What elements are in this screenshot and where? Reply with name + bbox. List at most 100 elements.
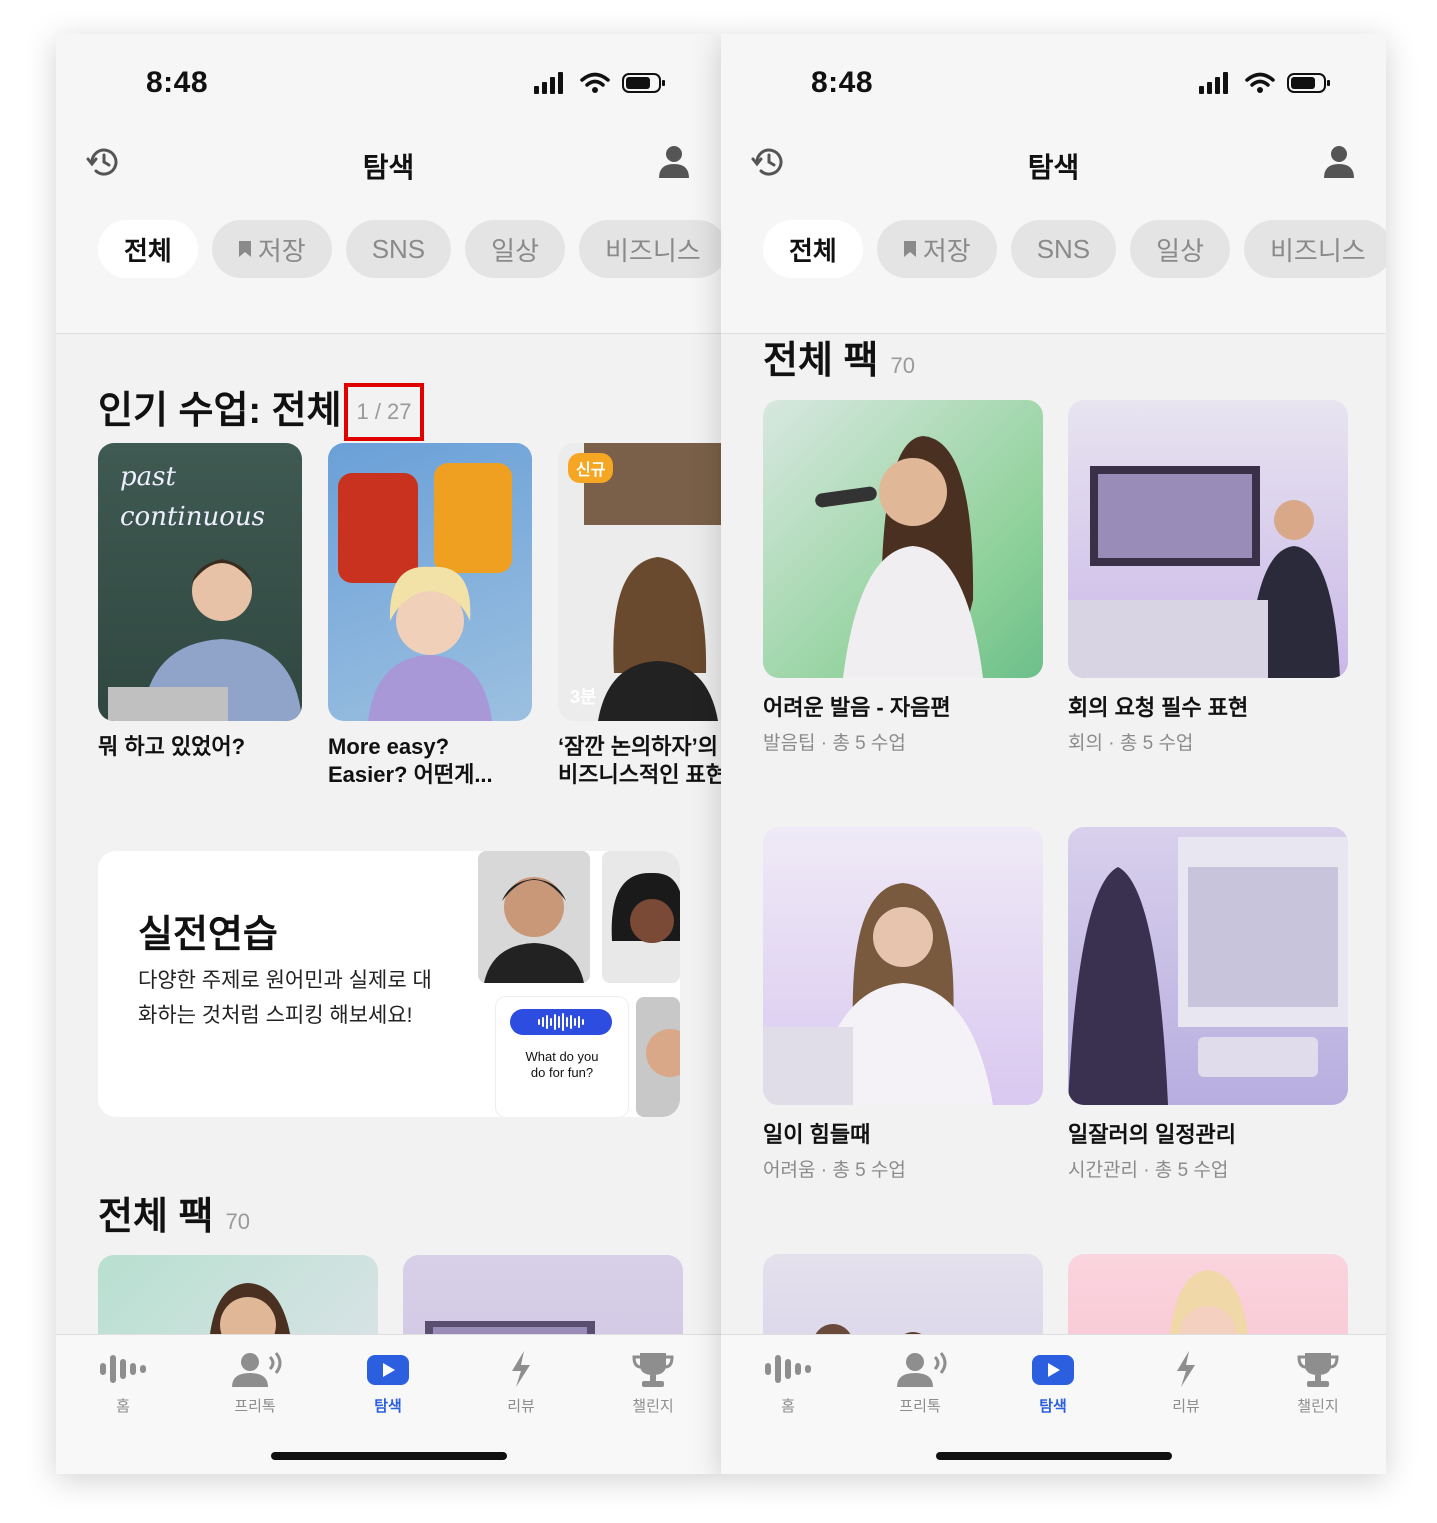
native-speaker-photo <box>636 997 680 1117</box>
profile-icon[interactable] <box>1322 144 1356 180</box>
explore-content: 전체 팩 70 어려운 발음 - 자음편 발음팁 · 총 5 수업 회의 요청 필… <box>721 335 1386 1334</box>
lesson-card[interactable]: More easy? Easier? 어떤게... <box>328 443 532 789</box>
chip-label: 비즈니스 <box>1270 235 1366 266</box>
trophy-icon <box>1273 1349 1363 1389</box>
lightning-icon <box>1141 1349 1231 1389</box>
tab-freetalk[interactable]: 프리톡 <box>210 1349 300 1416</box>
packs-section-title: 전체 팩 70 <box>763 335 915 384</box>
packs-count: 70 <box>890 353 915 378</box>
pack-card[interactable]: 일잘러의 일정관리 시간관리 · 총 5 수업 <box>1068 827 1348 1182</box>
speaking-person-icon <box>210 1349 300 1389</box>
pack-card[interactable] <box>1068 1254 1348 1334</box>
pack-thumbnail <box>763 1254 1043 1334</box>
chip-sns[interactable]: SNS <box>1010 220 1117 278</box>
packs-title-text: 전체 팩 <box>98 1196 214 1238</box>
new-badge: 신규 <box>568 453 614 483</box>
carousel-counter: 1 / 27 <box>344 383 424 441</box>
practice-description: 다양한 주제로 원어민과 실제로 대화하는 것처럼 스피킹 해보세요! <box>138 969 432 1027</box>
practice-title: 실전연습 <box>138 914 278 956</box>
pack-thumbnail <box>1068 827 1348 1105</box>
tab-review[interactable]: 리뷰 <box>1141 1349 1231 1416</box>
lesson-title: More easy? Easier? 어떤게... <box>328 734 493 787</box>
pack-thumbnail <box>1068 400 1348 678</box>
tab-home[interactable]: 홈 <box>743 1349 833 1416</box>
pack-meta: 회의 · 총 5 수업 <box>1068 733 1194 754</box>
chip-daily[interactable]: 일상 <box>465 220 565 278</box>
tab-label: 홈 <box>781 1398 795 1415</box>
chip-saved[interactable]: 저장 <box>876 220 997 278</box>
chip-all[interactable]: 전체 <box>763 220 863 278</box>
chip-business[interactable]: 비즈니스 <box>1244 220 1386 278</box>
bottom-tab-bar: 홈 프리톡 탐색 리뷰 챌린지 <box>56 1334 721 1474</box>
popular-title-text: 인기 수업: 전체 <box>98 390 342 432</box>
category-chips: 전체 저장 SNS 일상 비즈니스 <box>763 220 1386 278</box>
chip-label: SNS <box>371 233 426 264</box>
tab-explore[interactable]: 탐색 <box>1008 1349 1098 1416</box>
trophy-icon <box>608 1349 698 1389</box>
packs-title-text: 전체 팩 <box>763 340 879 382</box>
lesson-title: ‘잠깐 논의하자’의 비즈니스적인 표현 <box>558 734 721 787</box>
pack-title: 회의 요청 필수 표현 <box>1068 695 1249 720</box>
home-indicator <box>936 1452 1172 1460</box>
packs-count: 70 <box>225 1209 250 1234</box>
chip-daily[interactable]: 일상 <box>1130 220 1230 278</box>
chip-label: 저장 <box>257 235 306 266</box>
pack-card[interactable]: 회의 요청 필수 표현 회의 · 총 5 수업 <box>1068 400 1348 755</box>
pack-card[interactable] <box>403 1255 683 1334</box>
lesson-thumbnail: past continuous <box>98 443 302 721</box>
chip-all[interactable]: 전체 <box>98 220 198 278</box>
tab-challenge[interactable]: 챌린지 <box>608 1349 698 1416</box>
bookmark-icon <box>903 240 917 258</box>
pack-thumbnail <box>763 400 1043 678</box>
pack-thumbnail <box>1068 1254 1348 1334</box>
battery-icon <box>622 72 666 94</box>
signal-icon <box>534 72 568 94</box>
tab-explore[interactable]: 탐색 <box>343 1349 433 1416</box>
practice-banner[interactable]: 실전연습 다양한 주제로 원어민과 실제로 대화하는 것처럼 스피킹 해보세요!… <box>98 851 680 1117</box>
battery-icon <box>1287 72 1331 94</box>
chip-sns[interactable]: SNS <box>345 220 452 278</box>
pack-card[interactable] <box>98 1255 378 1334</box>
duration-label: 3분 <box>570 687 597 707</box>
home-indicator <box>271 1452 507 1460</box>
waveform-icon <box>743 1349 833 1389</box>
tab-freetalk[interactable]: 프리톡 <box>875 1349 965 1416</box>
tab-label: 프리톡 <box>234 1398 276 1415</box>
top-header: 탐색 전체 저장 SNS 일상 비즈니스 <box>56 134 721 334</box>
lesson-card[interactable]: 신규 3분 ‘잠깐 논의하자’의 비즈니스적인 표현 <box>558 443 721 789</box>
play-icon <box>343 1349 433 1389</box>
lesson-card[interactable]: past continuous 뭐 하고 있었어? <box>98 443 302 761</box>
phone-screen-right: 8:48 탐색 전체 저장 SNS 일상 비즈니스 전체 팩 70 어려운 발음 … <box>721 34 1386 1474</box>
pack-title: 일잘러의 일정관리 <box>1068 1122 1237 1147</box>
status-time: 8:48 <box>146 66 209 99</box>
pack-card[interactable]: 어려운 발음 - 자음편 발음팁 · 총 5 수업 <box>763 400 1043 755</box>
tab-label: 홈 <box>116 1398 130 1415</box>
page-title: 탐색 <box>362 152 415 183</box>
wifi-icon <box>1245 72 1275 94</box>
chip-saved[interactable]: 저장 <box>211 220 332 278</box>
pack-thumbnail <box>763 827 1043 1105</box>
chip-business[interactable]: 비즈니스 <box>579 220 721 278</box>
signal-icon <box>1199 72 1233 94</box>
pack-card[interactable] <box>763 1254 1043 1334</box>
pack-meta: 어려움 · 총 5 수업 <box>763 1160 906 1181</box>
tab-label: 프리톡 <box>899 1398 941 1415</box>
pack-meta: 시간관리 · 총 5 수업 <box>1068 1160 1229 1181</box>
pack-card[interactable]: 일이 힘들때 어려움 · 총 5 수업 <box>763 827 1043 1182</box>
play-icon <box>1008 1349 1098 1389</box>
profile-icon[interactable] <box>657 144 691 180</box>
status-bar: 8:48 <box>56 34 721 134</box>
pack-thumbnail <box>98 1255 378 1334</box>
tab-label: 탐색 <box>1039 1398 1067 1415</box>
pack-title: 일이 힘들때 <box>763 1122 871 1147</box>
chip-label: 전체 <box>124 235 172 266</box>
tab-review[interactable]: 리뷰 <box>476 1349 566 1416</box>
chip-label: 비즈니스 <box>605 235 701 266</box>
tab-label: 챌린지 <box>1297 1398 1339 1415</box>
tab-home[interactable]: 홈 <box>78 1349 168 1416</box>
counter-text: 1 / 27 <box>356 399 412 424</box>
tab-challenge[interactable]: 챌린지 <box>1273 1349 1363 1416</box>
top-header: 탐색 전체 저장 SNS 일상 비즈니스 <box>721 134 1386 334</box>
audio-wave-icon <box>510 1009 612 1035</box>
lightning-icon <box>476 1349 566 1389</box>
